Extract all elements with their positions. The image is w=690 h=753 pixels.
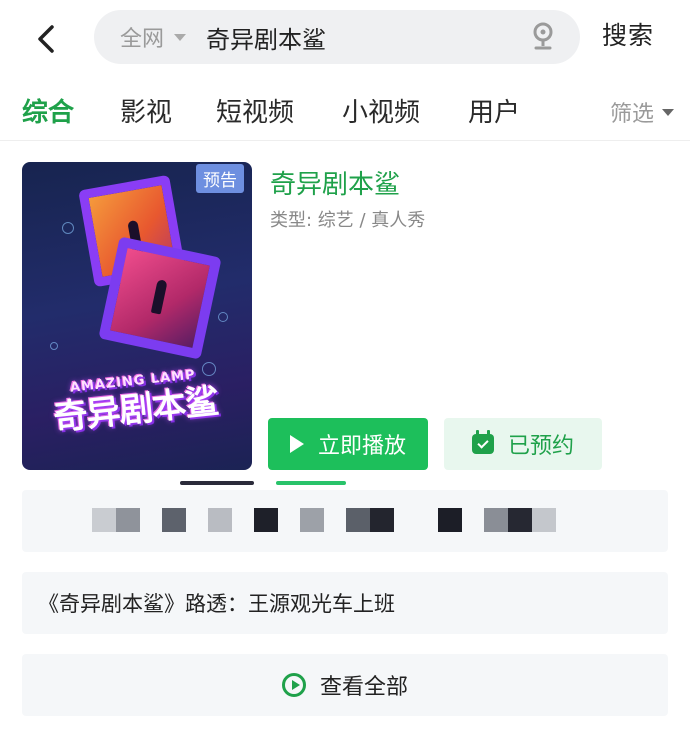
poster-figure — [150, 279, 168, 315]
poster-bubble — [62, 222, 74, 234]
clip-title: 《奇异剧本鲨》路透：王源观光车上班 — [38, 592, 395, 616]
result-tabs: 综合 影视 短视频 小视频 用户 筛选 — [0, 84, 690, 136]
poster-frame-bottom — [98, 236, 222, 360]
scroll-strip — [180, 481, 254, 485]
tab-short-video[interactable]: 短视频 — [216, 92, 294, 129]
mosaic-block — [300, 508, 324, 532]
mosaic-block — [254, 508, 278, 532]
poster-bubble — [50, 342, 58, 350]
mosaic-block — [116, 508, 140, 532]
mosaic-block — [438, 508, 462, 532]
search-box[interactable]: 全网 奇异剧本鲨 — [94, 10, 580, 64]
search-scope-dropdown[interactable]: 全网 — [120, 21, 206, 53]
reserved-button[interactable]: 已预约 — [444, 418, 602, 470]
filter-button[interactable]: 筛选 — [610, 96, 674, 128]
play-circle-icon — [281, 673, 306, 697]
mosaic-block — [162, 508, 186, 532]
back-arrow-icon — [38, 25, 54, 53]
tabs-divider — [0, 140, 690, 141]
microphone-icon — [533, 22, 553, 50]
voice-search-button[interactable] — [520, 14, 566, 60]
mosaic-block — [484, 508, 508, 532]
trailer-badge: 预告 — [196, 164, 244, 193]
calendar-check-icon — [471, 430, 494, 454]
tab-small-video[interactable]: 小视频 — [342, 92, 420, 129]
episode-row-pixelated[interactable] — [22, 490, 668, 552]
view-all-label: 查看全部 — [319, 675, 408, 700]
back-button[interactable] — [26, 14, 66, 64]
mosaic-block — [208, 508, 232, 532]
poster-bubble — [218, 312, 228, 322]
tab-users[interactable]: 用户 — [468, 92, 520, 129]
mosaic-block — [532, 508, 556, 532]
show-poster[interactable]: AMAZING LAMP 奇异剧本鲨 预告 — [22, 162, 252, 470]
play-now-label: 立即播放 — [317, 434, 406, 459]
clip-item[interactable]: 《奇异剧本鲨》路透：王源观光车上班 — [22, 572, 668, 634]
search-input[interactable]: 奇异剧本鲨 — [206, 20, 520, 55]
caret-down-icon — [662, 108, 674, 116]
show-meta: 类型: 综艺 / 真人秀 — [270, 210, 426, 231]
view-all-button[interactable]: 查看全部 — [22, 654, 668, 716]
mosaic-block — [346, 508, 370, 532]
mosaic-block — [92, 508, 116, 532]
tab-film-tv[interactable]: 影视 — [120, 92, 172, 129]
caret-down-icon — [174, 33, 187, 41]
scroll-strip — [276, 481, 346, 485]
search-button[interactable]: 搜索 — [602, 16, 654, 52]
play-now-button[interactable]: 立即播放 — [268, 418, 428, 470]
reserved-label: 已预约 — [507, 434, 574, 459]
show-title[interactable]: 奇异剧本鲨 — [270, 164, 400, 201]
tab-comprehensive[interactable]: 综合 — [22, 92, 74, 129]
poster-logo: AMAZING LAMP 奇异剧本鲨 — [38, 364, 233, 440]
search-scope-label: 全网 — [120, 27, 165, 52]
play-icon — [289, 435, 304, 453]
filter-label: 筛选 — [609, 102, 654, 127]
mosaic-block — [370, 508, 394, 532]
mosaic-block — [508, 508, 532, 532]
